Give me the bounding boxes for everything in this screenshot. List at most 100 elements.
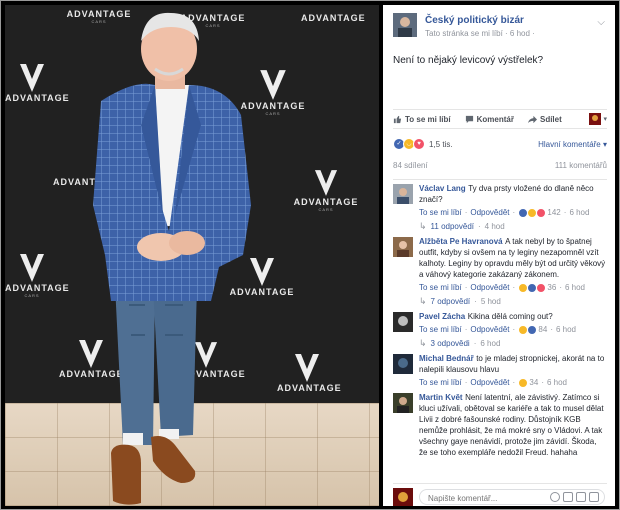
commenter-photo <box>393 237 413 257</box>
user-avatar-icon <box>589 113 602 125</box>
separator: · <box>550 325 553 334</box>
sticker-icon[interactable] <box>589 492 599 502</box>
comment-meta: To se mi líbí · Odpovědět · 34 · 6 hod <box>419 377 607 388</box>
share-count[interactable]: 84 sdílení <box>393 161 428 175</box>
comment-like-link[interactable]: To se mi líbí <box>419 377 462 388</box>
love-reaction-icon <box>536 282 547 293</box>
comment-button[interactable]: Komentář <box>465 115 514 124</box>
comment-timestamp[interactable]: 6 hod <box>569 207 589 218</box>
comment-meta: To se mi líbí · Odpovědět · 84 · 6 hod <box>419 324 607 335</box>
comment-reactions[interactable]: 142 <box>518 207 561 218</box>
comment-reply-link[interactable]: Odpovědět <box>470 324 509 335</box>
emoji-icon[interactable] <box>550 492 560 502</box>
view-replies-link[interactable]: ↳ 11 odpovědí · 4 hod <box>419 221 607 232</box>
like-label: To se mi líbí <box>405 114 451 124</box>
separator: · <box>464 208 468 217</box>
comment-timestamp[interactable]: 6 hod <box>556 324 576 335</box>
comment-like-link[interactable]: To se mi líbí <box>419 324 462 335</box>
comment-text: Není latentní, ale závistivý. Zatímco si… <box>419 393 604 457</box>
view-replies-link[interactable]: ↳ 7 odpovědí · 5 hod <box>419 296 607 307</box>
love-reaction-icon: ♥ <box>413 138 425 150</box>
chevron-down-icon[interactable]: ⌵ <box>597 17 605 28</box>
commenter-photo <box>393 184 413 204</box>
comment-author[interactable]: Martin Květ <box>419 393 463 402</box>
replies-count: 3 odpovědi <box>430 339 470 348</box>
commenter-avatar[interactable] <box>393 237 413 257</box>
comment-bubble-icon <box>465 115 473 123</box>
caret-down-icon: ▾ <box>603 116 607 123</box>
replies-timestamp: 6 hod <box>480 339 501 348</box>
comment-sort-dropdown[interactable]: Hlavní komentáře ▾ <box>538 140 607 149</box>
comment-reply-link[interactable]: Odpovědět <box>470 207 509 218</box>
comment-label: Komentář <box>476 114 514 124</box>
separator: · <box>512 325 516 334</box>
separator: · <box>512 208 516 217</box>
post-side-panel: Český politický bizár Tato stránka se mi… <box>383 5 615 506</box>
comment-author[interactable]: Václav Lang <box>419 184 466 193</box>
comment-reactions[interactable]: 36 <box>518 282 556 293</box>
separator: · <box>512 378 516 387</box>
comment-count[interactable]: 111 komentářů <box>555 161 607 175</box>
comment-timestamp[interactable]: 6 hod <box>547 377 567 388</box>
post-meta: Tato stránka se mi líbí · 6 hod · <box>425 29 535 38</box>
reaction-count: 1,5 tis. <box>429 139 453 149</box>
page-name-link[interactable]: Český politický bizár <box>425 15 524 26</box>
comment-like-link[interactable]: To se mi líbí <box>419 207 462 218</box>
commenter-photo <box>393 354 413 374</box>
comment-reaction-count: 34 <box>529 378 539 387</box>
composer-tools <box>550 492 599 502</box>
commenter-avatar[interactable] <box>393 393 413 413</box>
post-action-bar: To se mi líbí Komentář Sdílet ▾ <box>393 109 607 129</box>
comment-item: Martin Květ Není latentní, ale závistivý… <box>393 392 607 458</box>
page-avatar[interactable] <box>393 13 417 37</box>
view-replies-link[interactable]: ↳ 3 odpovědi · 6 hod <box>419 338 607 349</box>
reply-arrow-icon: ↳ <box>419 338 427 348</box>
gif-icon[interactable] <box>576 492 586 502</box>
separator: · <box>563 208 567 217</box>
post-header: Český politický bizár Tato stránka se mi… <box>393 13 607 43</box>
separator: · <box>464 378 468 387</box>
commenter-avatar[interactable] <box>393 354 413 374</box>
page-avatar-image <box>393 13 417 37</box>
post-photo[interactable]: ADVANTAGE CARS ADVANTAGE CARS ADVANTAGE … <box>5 5 379 506</box>
man-in-blazer-figure <box>93 12 251 505</box>
engagement-counts: 84 sdílení 111 komentářů <box>393 161 607 180</box>
separator: · <box>464 283 468 292</box>
comment-reactions[interactable]: 84 <box>518 324 547 335</box>
reaction-summary[interactable]: ✓ ◡ ♥ 1,5 tis. Hlavní komentáře ▾ <box>393 137 607 151</box>
comment-reaction-count: 84 <box>538 325 548 334</box>
replies-timestamp: 4 hod <box>484 222 505 231</box>
share-as-selector[interactable]: ▾ <box>589 113 607 125</box>
comment-author[interactable]: Pavel Zácha <box>419 312 465 321</box>
commenter-photo <box>393 312 413 332</box>
comment-reactions[interactable]: 34 <box>518 377 538 388</box>
comment-list: Václav Lang Ty dva prsty vložené do dlan… <box>393 183 607 462</box>
screenshot-frame: ADVANTAGE CARS ADVANTAGE CARS ADVANTAGE … <box>0 0 620 510</box>
share-arrow-icon <box>527 115 537 123</box>
comment-author[interactable]: Alžběta Pe Havranová <box>419 237 503 246</box>
separator: · <box>559 283 562 292</box>
reply-arrow-icon: ↳ <box>419 296 427 306</box>
comment-item: Alžběta Pe Havranová A tak nebyl by to š… <box>393 236 607 307</box>
comment-like-link[interactable]: To se mi líbí <box>419 282 462 293</box>
comment-author[interactable]: Michal Bednář <box>419 354 474 363</box>
commenter-photo <box>393 393 413 413</box>
replies-timestamp: 5 hod <box>480 297 501 306</box>
camera-icon[interactable] <box>563 492 573 502</box>
comment-reply-link[interactable]: Odpovědět <box>470 282 509 293</box>
separator: · <box>512 283 516 292</box>
like-button[interactable]: To se mi líbí <box>393 115 451 124</box>
comment-item: Michal Bednář to je mladej stropnickej, … <box>393 353 607 388</box>
thumbs-up-icon <box>393 115 402 123</box>
replies-count: 7 odpovědí <box>430 297 471 306</box>
haha-reaction-icon <box>518 377 529 388</box>
separator: · <box>473 339 477 348</box>
comment-meta: To se mi líbí · Odpovědět · 142 · 6 hod <box>419 207 607 218</box>
current-user-avatar[interactable] <box>393 488 413 506</box>
share-button[interactable]: Sdílet <box>527 115 562 124</box>
comment-reply-link[interactable]: Odpovědět <box>470 377 509 388</box>
commenter-avatar[interactable] <box>393 184 413 204</box>
comment-composer <box>393 483 607 506</box>
comment-timestamp[interactable]: 6 hod <box>565 282 585 293</box>
commenter-avatar[interactable] <box>393 312 413 332</box>
